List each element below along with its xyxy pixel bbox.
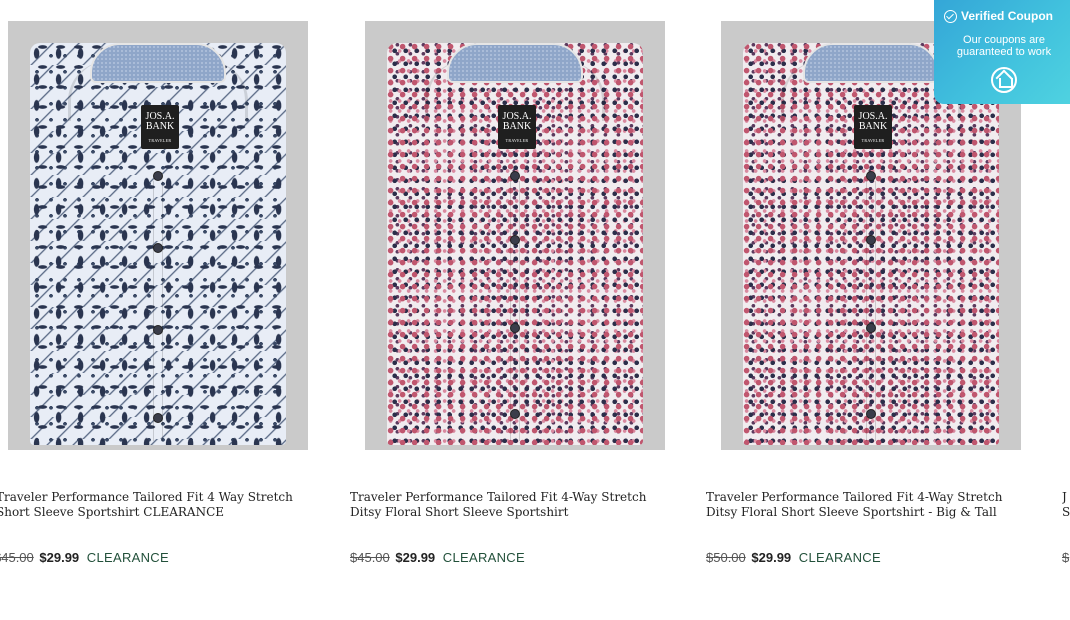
home-icon[interactable] bbox=[991, 67, 1017, 93]
shirt-button bbox=[153, 243, 163, 253]
product-card: JOS.A. BANK TRAVELER bbox=[8, 21, 308, 450]
product-card: JOS.A. BANK TRAVELER bbox=[365, 21, 665, 450]
shirt-button bbox=[866, 171, 876, 181]
sale-price: $29.99 bbox=[751, 550, 792, 565]
shirt-button bbox=[153, 171, 163, 181]
shirt-button bbox=[153, 413, 163, 423]
original-price: $50.00 bbox=[706, 550, 746, 565]
product-title[interactable]: Traveler Performance Tailored Fit 4-Way … bbox=[706, 490, 1026, 520]
original-price: $45.00 bbox=[0, 550, 34, 565]
verified-coupon-widget[interactable]: Verified Coupon Our coupons are guarante… bbox=[934, 0, 1070, 104]
brand-label: JOS.A. BANK TRAVELER bbox=[854, 105, 892, 149]
coupon-description: Our coupons are guaranteed to work bbox=[956, 34, 1052, 58]
sale-price: $29.99 bbox=[395, 550, 436, 565]
product-image[interactable]: JOS.A. BANK TRAVELER bbox=[8, 21, 308, 450]
clearance-badge: CLEARANCE bbox=[442, 550, 525, 565]
original-price: $45.00 bbox=[350, 550, 390, 565]
price-row: $50.00 $29.99 CLEARANCE bbox=[706, 550, 1026, 565]
product-title[interactable]: Traveler Performance Tailored Fit 4 Way … bbox=[0, 490, 316, 520]
brand-label: JOS.A. BANK TRAVELER bbox=[498, 105, 536, 149]
coupon-heading: Verified Coupon bbox=[961, 9, 1054, 23]
product-image[interactable]: JOS.A. BANK TRAVELER bbox=[365, 21, 665, 450]
shirt-button bbox=[866, 323, 876, 333]
product-title[interactable]: Traveler Performance Tailored Fit 4-Way … bbox=[350, 490, 670, 520]
price-row: $ bbox=[1062, 550, 1070, 565]
shirt-button bbox=[510, 171, 520, 181]
shirt-collar bbox=[90, 43, 226, 83]
sale-price: $29.99 bbox=[39, 550, 80, 565]
product-title[interactable]: J S bbox=[1062, 490, 1070, 520]
original-price: $ bbox=[1062, 550, 1070, 565]
shirt-button bbox=[866, 409, 876, 419]
shirt-collar bbox=[803, 43, 939, 83]
shirt-collar bbox=[447, 43, 583, 83]
shirt-button bbox=[510, 323, 520, 333]
shirt-button bbox=[866, 235, 876, 245]
shirt-button bbox=[510, 235, 520, 245]
check-circle-icon bbox=[944, 9, 957, 23]
shirt-button bbox=[153, 325, 163, 335]
shirt-button bbox=[510, 409, 520, 419]
clearance-badge: CLEARANCE bbox=[86, 550, 169, 565]
price-row: $45.00 $29.99 CLEARANCE bbox=[0, 550, 314, 565]
clearance-badge: CLEARANCE bbox=[798, 550, 881, 565]
price-row: $45.00 $29.99 CLEARANCE bbox=[350, 550, 670, 565]
brand-label: JOS.A. BANK TRAVELER bbox=[141, 105, 179, 149]
